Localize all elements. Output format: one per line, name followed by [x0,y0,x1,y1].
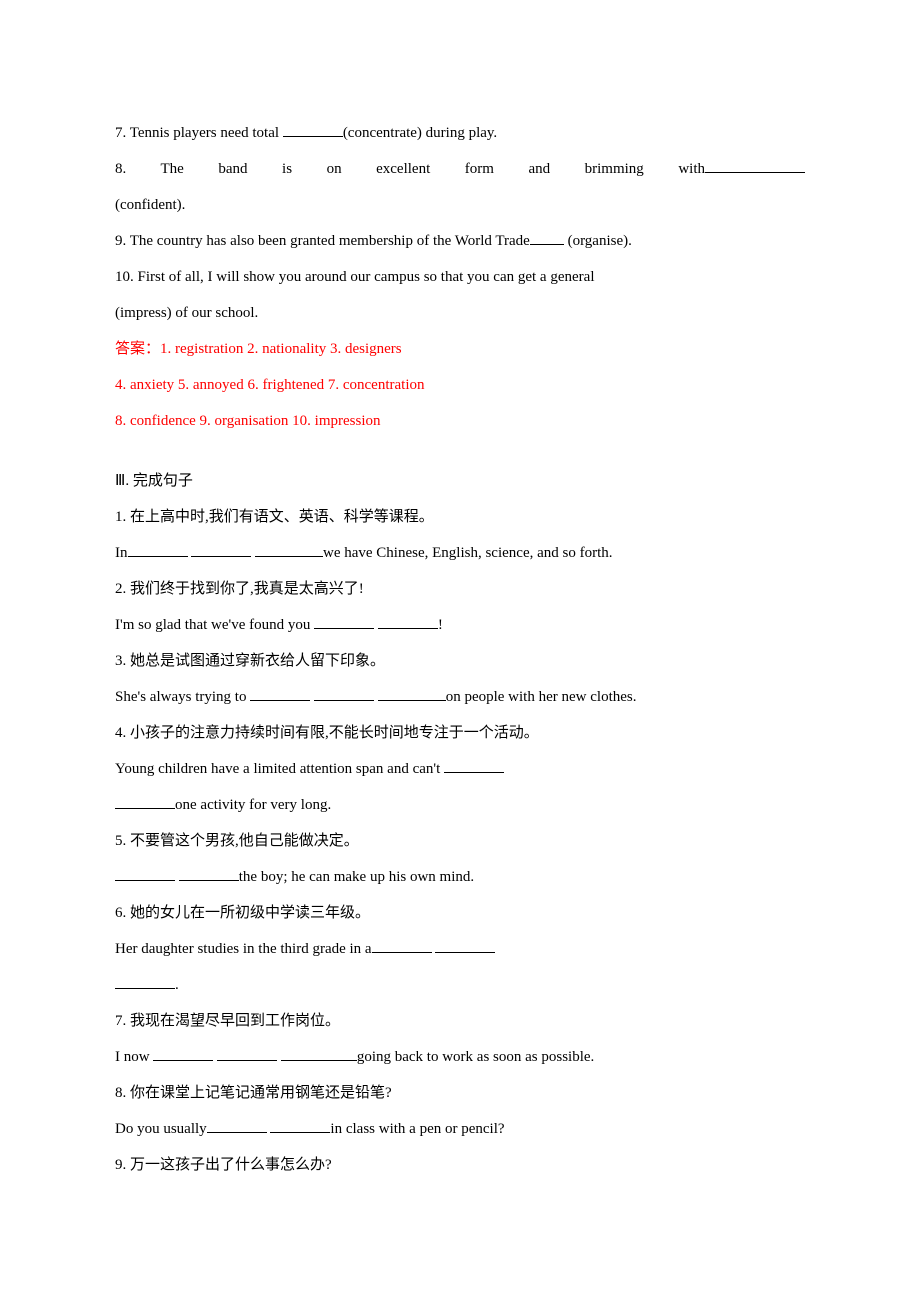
s3-item2-pre: I'm so glad that we've found you [115,617,314,633]
blank [115,988,175,989]
s3-item7-cn: 7. 我现在渴望尽早回到工作岗位。 [115,1003,805,1039]
s3-item5-en: the boy; he can make up his own mind. [115,859,805,895]
s3-item5-cn: 5. 不要管这个男孩,他自己能做决定。 [115,823,805,859]
s3-item3-post: on people with her new clothes. [446,689,637,705]
s3-item2-en: I'm so glad that we've found you ! [115,607,805,643]
s3-item6-post: . [175,977,179,993]
s3-item3-cn: 3. 她总是试图通过穿新衣给人留下印象。 [115,643,805,679]
q9-pre: 9. The country has also been granted mem… [115,233,530,249]
answer-text-3: 8. confidence 9. organisation 10. impres… [115,413,381,429]
answers-line1: 答案：1. registration 2. nationality 3. des… [115,331,805,367]
blank [207,1132,267,1133]
s3-item4-en-line1: Young children have a limited attention … [115,751,805,787]
s3-item6-en-line1: Her daughter studies in the third grade … [115,931,805,967]
answers-line2: 4. anxiety 5. annoyed 6. frightened 7. c… [115,367,805,403]
blank [115,808,175,809]
s3-item1-pre: In [115,545,128,561]
question-10-line1: 10. First of all, I will show you around… [115,259,805,295]
s3-item7-post: going back to work as soon as possible. [357,1049,594,1065]
s3-item1-post: we have Chinese, English, science, and s… [323,545,613,561]
blank [314,628,374,629]
section-3-title: Ⅲ. 完成句子 [115,463,805,499]
s3-item6-pre: Her daughter studies in the third grade … [115,941,372,957]
s3-item4-pre: Young children have a limited attention … [115,761,444,777]
q8-pre: 8. The band is on excellent form and bri… [115,161,705,177]
blank [705,172,805,173]
s3-item5-post: the boy; he can make up his own mind. [239,869,474,885]
s3-item4-en-line2: one activity for very long. [115,787,805,823]
q9-post: (organise). [564,233,632,249]
question-10-line2: (impress) of our school. [115,295,805,331]
s3-item4-post: one activity for very long. [175,797,331,813]
question-8-line2: (confident). [115,187,805,223]
q10-post: (impress) of our school. [115,305,258,321]
blank [281,1060,357,1061]
blank [179,880,239,881]
blank [314,700,374,701]
document-page: 7. Tennis players need total (concentrat… [0,0,920,1302]
q7-pre: 7. Tennis players need total [115,125,283,141]
blank [530,244,564,245]
q7-post: (concentrate) during play. [343,125,497,141]
blank [255,556,323,557]
s3-item8-cn: 8. 你在课堂上记笔记通常用钢笔还是铅笔? [115,1075,805,1111]
blank [128,556,188,557]
s3-item7-en: I now going back to work as soon as poss… [115,1039,805,1075]
q10-pre: 10. First of all, I will show you around… [115,269,594,285]
question-7: 7. Tennis players need total (concentrat… [115,115,805,151]
blank [283,136,343,137]
s3-item8-pre: Do you usually [115,1121,207,1137]
blank [378,628,438,629]
blank [435,952,495,953]
blank [115,880,175,881]
s3-item8-en: Do you usually in class with a pen or pe… [115,1111,805,1147]
answer-text-2: 4. anxiety 5. annoyed 6. frightened 7. c… [115,377,425,393]
question-9: 9. The country has also been granted mem… [115,223,805,259]
s3-item6-en-line2: . [115,967,805,1003]
answer-text-1: 1. registration 2. nationality 3. design… [160,341,402,357]
s3-item1-en: In we have Chinese, English, science, an… [115,535,805,571]
blank [250,700,310,701]
blank [378,700,446,701]
s3-item8-post: in class with a pen or pencil? [330,1121,504,1137]
answers-line3: 8. confidence 9. organisation 10. impres… [115,403,805,439]
blank [217,1060,277,1061]
blank [372,952,432,953]
blank [191,556,251,557]
blank [270,1132,330,1133]
question-8-line1: 8. The band is on excellent form and bri… [115,151,805,187]
s3-item2-post: ! [438,617,443,633]
s3-item9-cn: 9. 万一这孩子出了什么事怎么办? [115,1147,805,1183]
s3-item4-cn: 4. 小孩子的注意力持续时间有限,不能长时间地专注于一个活动。 [115,715,805,751]
answer-label: 答案： [115,341,160,357]
s3-item3-en: She's always trying to on people with he… [115,679,805,715]
s3-item3-pre: She's always trying to [115,689,250,705]
blank [444,772,504,773]
s3-item7-pre: I now [115,1049,153,1065]
s3-item6-cn: 6. 她的女儿在一所初级中学读三年级。 [115,895,805,931]
q8-post: (confident). [115,197,185,213]
blank [153,1060,213,1061]
s3-item2-cn: 2. 我们终于找到你了,我真是太高兴了! [115,571,805,607]
s3-item1-cn: 1. 在上高中时,我们有语文、英语、科学等课程。 [115,499,805,535]
